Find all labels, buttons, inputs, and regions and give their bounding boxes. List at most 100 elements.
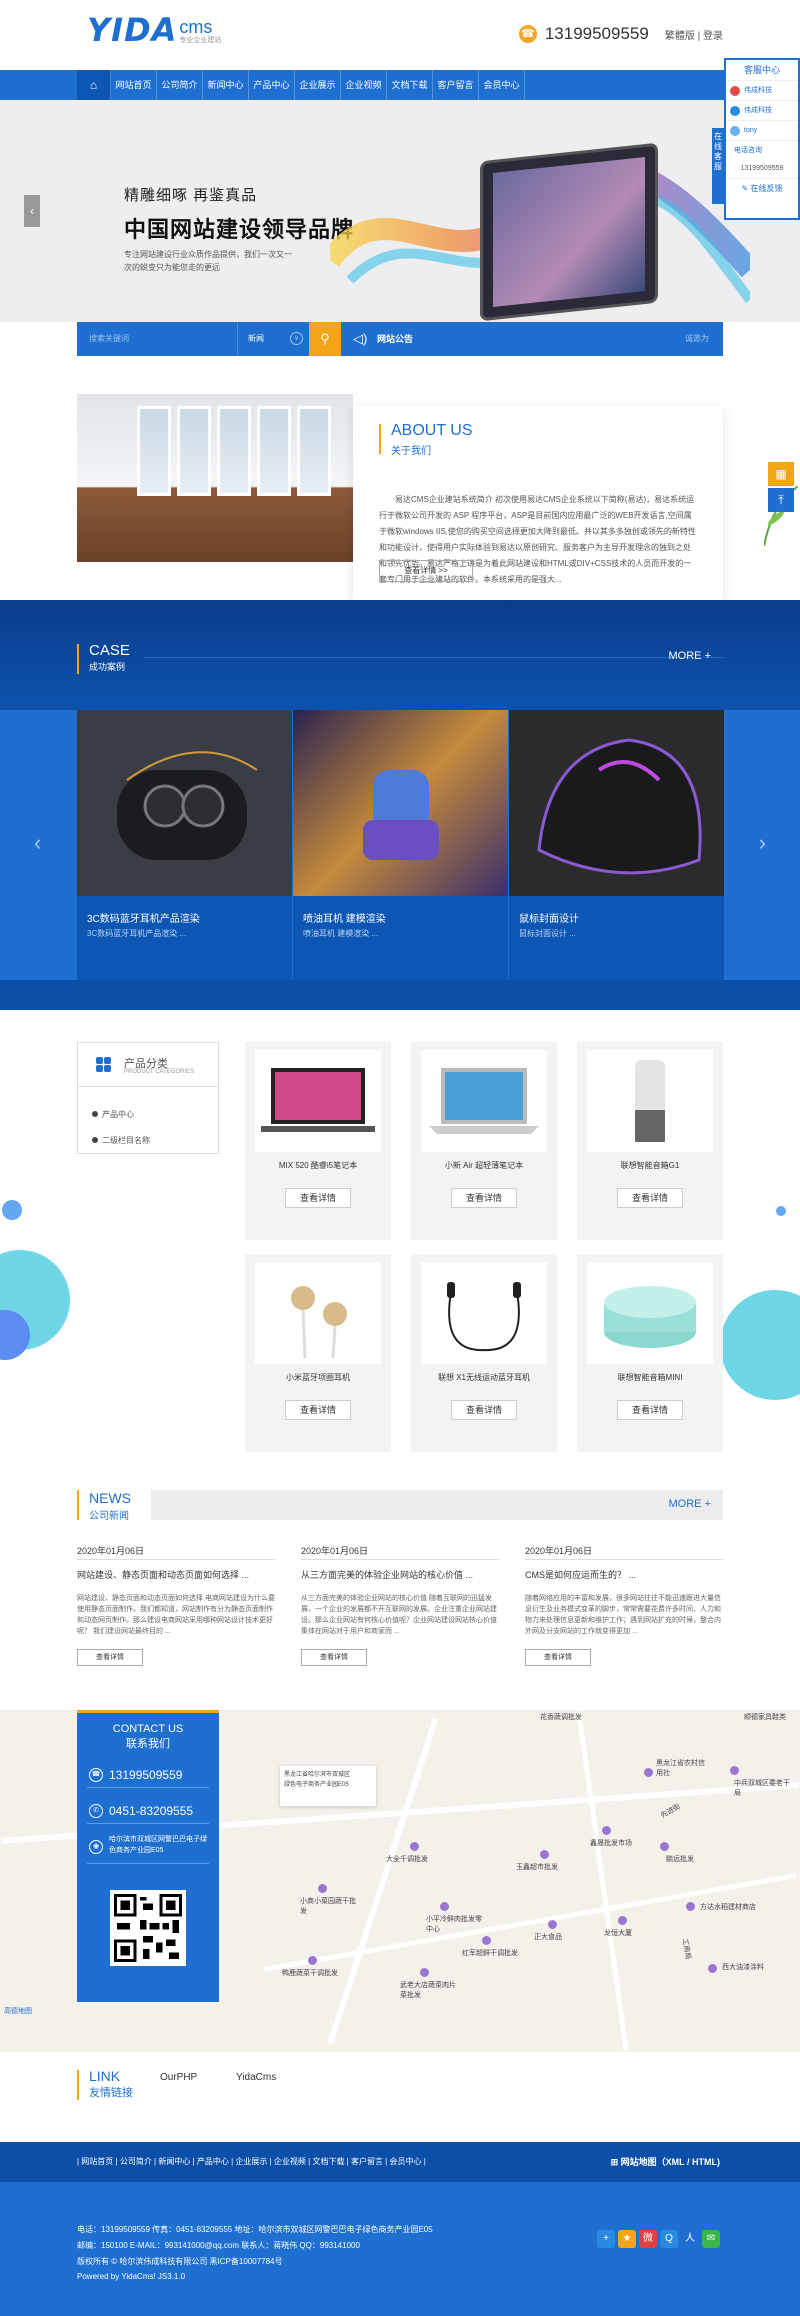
news-title[interactable]: 网站建设、静态页面和动态页面如何选择 ... [77,1568,275,1581]
qr-code [110,1890,186,1966]
news-details-button[interactable]: 查看详情 [301,1649,367,1666]
product-card[interactable]: 小新 Air 超轻薄笔记本 查看详情 [411,1042,557,1240]
share-wechat-icon[interactable]: ✉ [702,2230,720,2248]
map-marker[interactable] [602,1826,611,1835]
product-details-button[interactable]: 查看详情 [451,1400,517,1420]
nav-item[interactable]: 企业视频 [341,70,387,100]
product-card[interactable]: MIX 520 酷睿i5笔记本 查看详情 [245,1042,391,1240]
map-marker[interactable] [730,1766,739,1775]
sitemap-link[interactable]: ⊞ 网站地图（XML / HTML) [611,2142,720,2182]
map-marker[interactable] [318,1884,327,1893]
qq-avatar-icon [730,86,740,96]
map-marker[interactable] [618,1916,627,1925]
contact-tel: ✆ 0451-83209555 [87,1798,209,1824]
service-agent[interactable]: 伟成科技 [726,80,798,100]
product-card[interactable]: 联想智能音箱MINI 查看详情 [577,1254,723,1452]
nav-item[interactable]: 客户留言 [433,70,479,100]
case-more-link[interactable]: MORE + [669,650,711,662]
product-details-button[interactable]: 查看详情 [617,1188,683,1208]
nav-item[interactable]: 公司简介 [157,70,203,100]
map-marker[interactable] [420,1968,429,1977]
friend-link[interactable]: OurPHP [160,2072,197,2083]
case-item-title: 鼠标封面设计 [519,914,579,925]
map-nav-link[interactable]: 高德地图 [4,2006,32,2016]
about-more-button[interactable]: 查看详情 >> [379,560,473,582]
product-details-button[interactable]: 查看详情 [285,1188,351,1208]
nav-home-icon[interactable]: ⌂ [77,70,111,100]
share-weibo-icon[interactable]: 微 [639,2230,657,2248]
nav-item[interactable]: 产品中心 [249,70,295,100]
product-card[interactable]: 联想智能音箱G1 查看详情 [577,1042,723,1240]
product-details-button[interactable]: 查看详情 [285,1400,351,1420]
banner-prev-arrow[interactable]: ‹ [24,195,40,227]
product-details-button[interactable]: 查看详情 [617,1400,683,1420]
friend-links: LINK 友情链接 OurPHP YidaCms [0,2052,800,2142]
news-details-button[interactable]: 查看详情 [77,1649,143,1666]
category-item[interactable]: 产品中心 [92,1109,134,1120]
case-item[interactable]: 喷油耳机 建模渲染 喷油耳机 建模渲染 ... [293,710,508,980]
product-details-button[interactable]: 查看详情 [451,1188,517,1208]
service-agent[interactable]: tony [726,120,798,140]
map-marker[interactable] [708,1964,717,1973]
product-card[interactable]: 小米蓝牙项圈耳机 查看详情 [245,1254,391,1452]
search-button[interactable]: ⚲ [309,322,341,356]
map-marker[interactable] [686,1902,695,1911]
footer-nav-links[interactable]: | 网站首页 | 公司简介 | 新闻中心 | 产品中心 | 企业展示 | 企业视… [77,2142,426,2182]
product-image [587,1050,713,1152]
service-agent[interactable]: 伟成科技 [726,100,798,120]
nav-item[interactable]: 新闻中心 [203,70,249,100]
service-phone-label: 电话咨询 [726,140,798,160]
share-star-icon[interactable]: ★ [618,2230,636,2248]
about-image [77,394,353,562]
category-item[interactable]: 二级栏目名称 [92,1135,150,1146]
news-title-en: NEWS [89,1490,131,1506]
case-item[interactable]: 3C数码蓝牙耳机产品渲染 3C数码蓝牙耳机产品渲染 ... [77,710,292,980]
news-excerpt: 从三方面完美的体验企业网站的核心价值 随着互联网的迅猛发展，一个企业的发展都不开… [301,1595,497,1635]
nav-item[interactable]: 文档下载 [387,70,433,100]
lang-login-links[interactable]: 繁體版 | 登录 [665,27,723,42]
share-renren-icon[interactable]: 人 [681,2230,699,2248]
share-icons: + ★ 微 Q 人 ✉ [594,2230,720,2248]
notice-text[interactable]: 诚邀为 [685,322,709,356]
service-message-link[interactable]: ✎ 在线反馈 [726,178,798,198]
chevron-down-icon: ∨ [290,332,303,345]
product-image [421,1050,547,1152]
news-date: 2020年01月06日 [525,1544,723,1560]
product-card[interactable]: 联想 X1无线运动蓝牙耳机 查看详情 [411,1254,557,1452]
product-image [255,1262,381,1364]
map-marker[interactable] [644,1768,653,1777]
news-more-link[interactable]: MORE + [669,1498,711,1510]
map-marker[interactable] [660,1842,669,1851]
service-phone: 13199509559 [740,165,784,172]
qr-scan-button[interactable]: ▦ [768,462,794,486]
map-marker[interactable] [482,1936,491,1945]
news-title[interactable]: 从三方面完美的体验企业网站的核心价值 ... [301,1568,499,1581]
product-name: 联想智能音箱G1 [620,1161,680,1170]
news-title[interactable]: CMS是如何应运而生的？ ... [525,1568,723,1581]
service-title: 客服中心 [743,65,780,75]
case-item[interactable]: 鼠标封面设计 鼠标封面设计 ... [509,710,724,980]
site-logo[interactable]: YIDA cms 专业企业建站 [87,14,221,46]
map-marker[interactable] [548,1920,557,1929]
share-qzone-icon[interactable]: Q [660,2230,678,2248]
contact-phone: ☎ 13199509559 [87,1762,209,1788]
back-to-top-button[interactable]: ⤒ [768,488,794,512]
nav-item[interactable]: 企业展示 [295,70,341,100]
share-plus-icon[interactable]: + [597,2230,615,2248]
case-item-subtitle: 3C数码蓝牙耳机产品渲染 ... [87,929,187,938]
nav-item[interactable]: 会员中心 [479,70,525,100]
search-input[interactable]: 搜索关键词 [77,322,237,356]
map-marker[interactable] [410,1842,419,1851]
service-tab[interactable]: 在线客服 [712,128,724,204]
map-marker[interactable] [308,1956,317,1965]
news-details-button[interactable]: 查看详情 [525,1649,591,1666]
logo-cms: cms [179,17,213,37]
map-marker[interactable] [540,1850,549,1859]
search-type-select[interactable]: 新闻 ∨ [237,322,309,356]
map-marker[interactable] [440,1902,449,1911]
friend-link[interactable]: YidaCms [236,2072,276,2083]
case-prev-arrow[interactable]: ‹ [34,830,41,856]
case-next-arrow[interactable]: › [759,830,766,856]
nav-item[interactable]: 网站首页 [111,70,157,100]
case-image [77,710,292,896]
